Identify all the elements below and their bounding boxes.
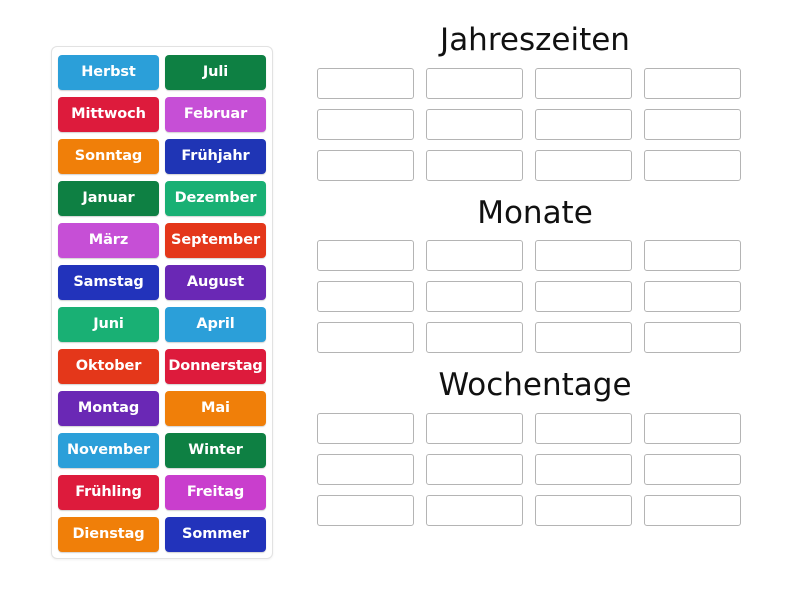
drop-slot[interactable] [426,240,523,272]
drop-slot[interactable] [535,240,632,272]
word-tile[interactable]: Juli [165,55,266,90]
category-list: Jahreszeiten Monate Wochentage [300,22,770,536]
drop-zone-grid [300,240,770,354]
word-tile[interactable]: Mittwoch [58,97,159,132]
drop-slot[interactable] [317,322,414,354]
drop-slot[interactable] [644,494,741,526]
drop-slot[interactable] [317,149,414,181]
word-tile[interactable]: Dezember [165,181,266,216]
group-sort-activity: Herbst Juli Mittwoch Februar Sonntag Frühjahr… [0,0,800,600]
drop-slot[interactable] [317,240,414,272]
drop-slot[interactable] [317,453,414,485]
drop-slot[interactable] [535,494,632,526]
word-tile[interactable]: Frühjahr [165,139,266,174]
word-tile[interactable]: Oktober [58,349,159,384]
drop-zone-grid [300,67,770,181]
word-tile[interactable]: Herbst [58,55,159,90]
drop-slot[interactable] [644,453,741,485]
drop-slot[interactable] [317,494,414,526]
drop-slot[interactable] [426,412,523,444]
word-tile[interactable]: Februar [165,97,266,132]
word-tile[interactable]: November [58,433,159,468]
drop-slot[interactable] [317,412,414,444]
category-monate: Monate [300,195,770,354]
word-tile[interactable]: März [58,223,159,258]
word-tile[interactable]: Sonntag [58,139,159,174]
drop-slot[interactable] [426,281,523,313]
drop-slot[interactable] [644,240,741,272]
word-tile[interactable]: Dienstag [58,517,159,552]
drop-slot[interactable] [535,281,632,313]
word-tile[interactable]: Freitag [165,475,266,510]
category-wochentage: Wochentage [300,367,770,526]
drop-slot[interactable] [644,108,741,140]
drop-slot[interactable] [426,453,523,485]
drop-slot[interactable] [426,494,523,526]
word-tile[interactable]: Mai [165,391,266,426]
drop-slot[interactable] [535,149,632,181]
word-tile[interactable]: Sommer [165,517,266,552]
word-tile[interactable]: September [165,223,266,258]
word-tile[interactable]: Samstag [58,265,159,300]
drop-slot[interactable] [644,149,741,181]
drop-slot[interactable] [644,67,741,99]
word-tile[interactable]: Montag [58,391,159,426]
drop-slot[interactable] [644,281,741,313]
drop-slot[interactable] [644,412,741,444]
drop-slot[interactable] [535,108,632,140]
drop-slot[interactable] [426,149,523,181]
drop-slot[interactable] [535,67,632,99]
word-tile[interactable]: Winter [165,433,266,468]
drop-slot[interactable] [426,322,523,354]
drop-zone-grid [300,412,770,526]
drop-slot[interactable] [426,108,523,140]
word-tile[interactable]: Frühling [58,475,159,510]
drop-slot[interactable] [317,67,414,99]
word-bank-panel: Herbst Juli Mittwoch Februar Sonntag Frühjahr… [51,46,273,559]
word-bank-grid: Herbst Juli Mittwoch Februar Sonntag Frühjahr… [58,55,266,552]
category-title: Wochentage [438,367,632,404]
category-title: Jahreszeiten [440,22,630,58]
word-tile[interactable]: Donnerstag [165,349,266,384]
drop-slot[interactable] [535,453,632,485]
drop-slot[interactable] [535,322,632,354]
drop-slot[interactable] [644,322,741,354]
word-tile[interactable]: August [165,265,266,300]
drop-slot[interactable] [535,412,632,444]
word-tile[interactable]: Januar [58,181,159,216]
word-tile[interactable]: April [165,307,266,342]
word-tile[interactable]: Juni [58,307,159,342]
drop-slot[interactable] [317,281,414,313]
drop-slot[interactable] [317,108,414,140]
drop-slot[interactable] [426,67,523,99]
category-title: Monate [477,194,593,231]
category-jahreszeiten: Jahreszeiten [300,22,770,181]
